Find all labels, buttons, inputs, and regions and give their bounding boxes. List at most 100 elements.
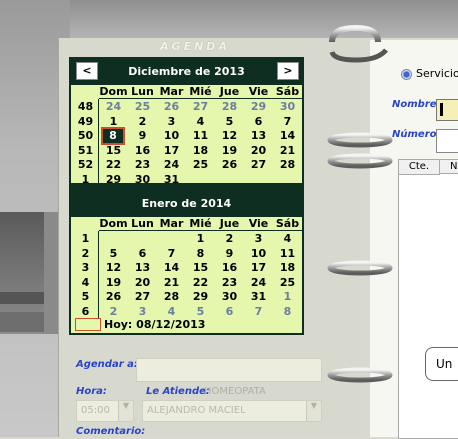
calendar-day[interactable]: 16: [128, 144, 157, 158]
calendar-day[interactable]: 7: [244, 305, 273, 319]
calendar-day[interactable]: 22: [186, 276, 215, 290]
calendar-day[interactable]: 29: [99, 173, 128, 187]
week-number: 1: [81, 232, 90, 245]
calendar-day[interactable]: 25: [128, 100, 157, 114]
calendar-day[interactable]: 26: [157, 100, 186, 114]
calendar-day[interactable]: 4: [157, 305, 186, 319]
agendar-field[interactable]: [136, 358, 322, 382]
calendar-day[interactable]: 1: [273, 290, 302, 304]
calendar-day[interactable]: 21: [273, 144, 302, 158]
calendar-day[interactable]: 12: [215, 129, 244, 143]
calendar-day[interactable]: 6: [244, 115, 273, 129]
calendar-day[interactable]: 3: [244, 232, 273, 246]
column-header-cte[interactable]: Cte.: [399, 160, 440, 175]
calendar-day[interactable]: 31: [244, 290, 273, 304]
calendar-day[interactable]: 7: [157, 247, 186, 261]
calendar-day[interactable]: 31: [157, 173, 186, 187]
calendar-day[interactable]: 5: [99, 247, 128, 261]
calendar-day[interactable]: 23: [128, 158, 157, 172]
day-of-week-row: Dom Lun Mar Mié Jue Vie Sáb: [71, 85, 302, 99]
calendar-day[interactable]: 18: [273, 261, 302, 275]
servicio-radio[interactable]: [401, 69, 412, 80]
calendar-day[interactable]: 5: [215, 115, 244, 129]
month-title: Enero de 2014: [141, 197, 232, 210]
calendar-day[interactable]: 29: [186, 290, 215, 304]
calendar-day[interactable]: 19: [215, 144, 244, 158]
calendar-day[interactable]: 3: [128, 305, 157, 319]
calendar-day[interactable]: 10: [157, 129, 186, 143]
numero-input[interactable]: [436, 129, 458, 153]
calendar-day[interactable]: 19: [99, 276, 128, 290]
today-marker[interactable]: [75, 318, 101, 331]
calendar-day[interactable]: 11: [273, 247, 302, 261]
calendar-day[interactable]: 28: [273, 158, 302, 172]
calendar-day[interactable]: 14: [273, 129, 302, 143]
calendar-day[interactable]: 27: [128, 290, 157, 304]
calendar-day[interactable]: 7: [273, 115, 302, 129]
calendar-day[interactable]: 2: [215, 232, 244, 246]
calendar-day[interactable]: 13: [128, 261, 157, 275]
calendar-day[interactable]: 6: [215, 305, 244, 319]
calendar-day[interactable]: 25: [273, 276, 302, 290]
calendar-day-today[interactable]: 8: [101, 127, 125, 145]
calendar-day[interactable]: 17: [157, 144, 186, 158]
calendar-day[interactable]: 6: [128, 247, 157, 261]
calendar-day[interactable]: 9: [128, 129, 157, 143]
calendar-day[interactable]: 14: [157, 261, 186, 275]
calendar-day[interactable]: 30: [273, 100, 302, 114]
calendar-day[interactable]: 3: [157, 115, 186, 129]
calendar-day[interactable]: 1: [186, 232, 215, 246]
week-number: 52: [77, 158, 94, 171]
calendar-day[interactable]: 5: [186, 305, 215, 319]
calendar-day[interactable]: 23: [215, 276, 244, 290]
calendar-day[interactable]: 10: [244, 247, 273, 261]
calendar-day[interactable]: 4: [186, 115, 215, 129]
calendar-day[interactable]: 1: [99, 115, 128, 129]
next-month-button[interactable]: >: [277, 62, 299, 80]
week-number: 5: [81, 290, 90, 303]
column-header-n[interactable]: N: [440, 160, 458, 174]
calendar-day[interactable]: 17: [244, 261, 273, 275]
calendar-day[interactable]: 24: [99, 100, 128, 114]
calendar-day[interactable]: 8: [273, 305, 302, 319]
calendar-day[interactable]: 20: [128, 276, 157, 290]
calendar-day[interactable]: 2: [128, 115, 157, 129]
calendar-day[interactable]: 13: [244, 129, 273, 143]
calendar-day[interactable]: 15: [186, 261, 215, 275]
calendar-day[interactable]: 25: [186, 158, 215, 172]
calendar-day[interactable]: 9: [215, 247, 244, 261]
calendar-day[interactable]: 27: [186, 100, 215, 114]
calendar-day[interactable]: 12: [99, 261, 128, 275]
calendar-day[interactable]: 24: [157, 158, 186, 172]
calendar-day[interactable]: 16: [215, 261, 244, 275]
calendar-day[interactable]: 26: [215, 158, 244, 172]
day-of-week-header: Jue: [219, 217, 240, 230]
binder-ring: [327, 132, 393, 148]
calendar-day[interactable]: 18: [186, 144, 215, 158]
atiende-select[interactable]: ALEJANDRO MACIEL ▼: [142, 400, 322, 422]
calendar-day[interactable]: 29: [244, 100, 273, 114]
calendar-day[interactable]: 20: [244, 144, 273, 158]
today-label[interactable]: Hoy: 08/12/2013: [104, 318, 205, 331]
calendar-day[interactable]: 24: [244, 276, 273, 290]
chevron-down-icon[interactable]: ▼: [118, 401, 133, 421]
binder-ring: [327, 367, 393, 383]
calendar-day[interactable]: 30: [128, 173, 157, 187]
calendar-day[interactable]: 4: [273, 232, 302, 246]
nombre-input[interactable]: [436, 99, 458, 121]
calendar-day[interactable]: 8: [186, 247, 215, 261]
calendar-day[interactable]: 26: [99, 290, 128, 304]
calendar-week-row: 51 15 16 17 18 19 20 21: [71, 144, 302, 158]
calendar-day[interactable]: 27: [244, 158, 273, 172]
calendar-day[interactable]: 2: [99, 305, 128, 319]
calendar-day[interactable]: 11: [186, 129, 215, 143]
appointments-table[interactable]: [398, 159, 458, 439]
calendar-day[interactable]: 28: [157, 290, 186, 304]
hora-select[interactable]: 05:00 ▼: [76, 400, 134, 422]
calendar-day[interactable]: 22: [99, 158, 128, 172]
calendar-day[interactable]: 15: [99, 144, 128, 158]
calendar-day[interactable]: 21: [157, 276, 186, 290]
calendar-day[interactable]: 28: [215, 100, 244, 114]
calendar-day[interactable]: 30: [215, 290, 244, 304]
chevron-down-icon[interactable]: ▼: [306, 401, 321, 421]
